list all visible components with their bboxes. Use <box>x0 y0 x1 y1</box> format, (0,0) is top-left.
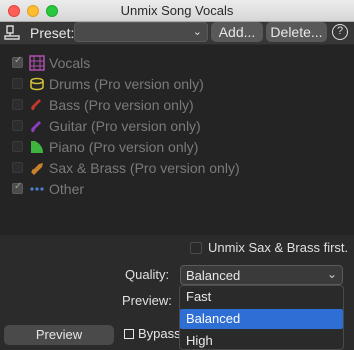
stem-row-sax-brass[interactable]: Sax & Brass (Pro version only) <box>0 158 354 178</box>
window-title: Unmix Song Vocals <box>120 3 234 18</box>
other-checkbox[interactable] <box>12 181 23 194</box>
drums-checkbox[interactable] <box>12 78 23 89</box>
vocals-checkbox[interactable] <box>12 55 23 68</box>
preview-button[interactable]: Preview <box>4 325 114 345</box>
stem-label-bass: Bass (Pro version only) <box>49 97 194 113</box>
title-bar: Unmix Song Vocals <box>0 0 354 22</box>
preset-dropdown[interactable]: ⌄ <box>74 22 208 42</box>
bass-checkbox[interactable] <box>12 99 23 110</box>
unmix-first-label: Unmix Sax & Brass first. <box>208 240 349 255</box>
drum-icon <box>30 77 44 91</box>
quality-option-high[interactable]: High <box>180 331 343 349</box>
stem-row-piano[interactable]: Piano (Pro version only) <box>0 137 354 157</box>
help-icon[interactable]: ? <box>332 24 348 40</box>
stem-label-piano: Piano (Pro version only) <box>49 139 199 155</box>
guitar-icon <box>31 121 41 133</box>
stem-label-vocals: Vocals <box>49 55 91 71</box>
bypass-toggle[interactable]: Bypass <box>124 326 181 341</box>
stem-list: Vocals Drums (Pro version only) Bass (Pr… <box>0 45 354 235</box>
preset-bar: Preset: ⌄ Add... Delete... ? <box>0 22 354 44</box>
quality-option-balanced[interactable]: Balanced <box>180 309 343 329</box>
stem-row-bass[interactable]: Bass (Pro version only) <box>0 95 354 115</box>
piano-icon <box>31 141 43 153</box>
piano-checkbox[interactable] <box>12 141 23 152</box>
stem-label-guitar: Guitar (Pro version only) <box>49 118 201 134</box>
bass-guitar-icon <box>31 99 41 111</box>
guitar-checkbox[interactable] <box>12 120 23 131</box>
preset-icon <box>4 25 20 40</box>
add-preset-button[interactable]: Add... <box>211 22 263 42</box>
delete-preset-button[interactable]: Delete... <box>266 22 327 42</box>
chevron-updown-icon: ⌄ <box>192 26 202 38</box>
stem-row-guitar[interactable]: Guitar (Pro version only) <box>0 116 354 136</box>
stem-label-sax-brass: Sax & Brass (Pro version only) <box>49 160 240 176</box>
stem-row-drums[interactable]: Drums (Pro version only) <box>0 74 354 94</box>
sax-brass-checkbox[interactable] <box>12 162 23 173</box>
dots-icon <box>30 187 44 191</box>
preview-mode-label: Preview: <box>122 293 172 308</box>
preset-label: Preset: <box>30 25 75 41</box>
quality-label: Quality: <box>125 267 170 282</box>
stem-label-other: Other <box>49 181 85 197</box>
chevron-down-icon: ⌄ <box>326 267 337 281</box>
quality-option-fast[interactable]: Fast <box>180 287 343 307</box>
stem-row-vocals[interactable]: Vocals <box>0 53 354 73</box>
bypass-label: Bypass <box>138 326 181 341</box>
quality-dropdown[interactable]: Balanced ⌄ <box>180 265 343 285</box>
vocals-icon <box>29 55 45 71</box>
stem-row-other[interactable]: Other <box>0 179 354 199</box>
stem-label-drums: Drums (Pro version only) <box>49 76 204 92</box>
trumpet-icon <box>31 163 43 175</box>
bypass-icon <box>124 329 134 339</box>
quality-dropdown-menu: Fast Balanced High <box>179 285 344 350</box>
quality-value: Balanced <box>186 268 241 283</box>
unmix-first-checkbox[interactable] <box>190 242 202 254</box>
